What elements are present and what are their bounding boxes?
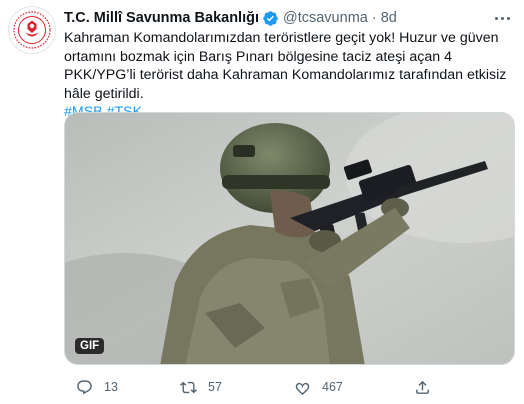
tweet-text: Kahraman Komandolarımızdan teröristlere … bbox=[64, 29, 514, 122]
more-options-icon[interactable] bbox=[490, 8, 514, 28]
tweet-timestamp[interactable]: 8d bbox=[381, 10, 397, 26]
separator-dot: · bbox=[371, 10, 377, 26]
reply-button[interactable]: 13 bbox=[76, 376, 118, 398]
avatar[interactable] bbox=[8, 6, 56, 54]
retweet-count: 57 bbox=[208, 380, 222, 394]
tweet-media-gif[interactable]: GIF bbox=[64, 112, 515, 365]
gif-badge: GIF bbox=[75, 338, 105, 354]
account-handle[interactable]: @tcsavunma bbox=[283, 10, 368, 26]
tweet-body: Kahraman Komandolarımızdan teröristlere … bbox=[64, 30, 507, 102]
account-name[interactable]: T.C. Millî Savunma Bakanlığı bbox=[64, 10, 259, 26]
retweet-button[interactable]: 57 bbox=[180, 376, 222, 398]
verified-badge-icon bbox=[263, 10, 278, 26]
reply-count: 13 bbox=[104, 380, 118, 394]
media-image bbox=[65, 113, 514, 364]
tweet-actions: 13 57 467 bbox=[64, 376, 515, 398]
share-icon bbox=[416, 380, 429, 394]
tweet-header: T.C. Millî Savunma Bakanlığı @tcsavunma … bbox=[64, 8, 397, 28]
retweet-icon bbox=[180, 381, 197, 393]
share-button[interactable] bbox=[414, 376, 431, 398]
like-count: 467 bbox=[322, 380, 343, 394]
like-button[interactable]: 467 bbox=[294, 376, 343, 398]
heart-icon bbox=[295, 382, 310, 395]
reply-icon bbox=[77, 379, 92, 394]
tweet-card[interactable]: T.C. Millî Savunma Bakanlığı @tcsavunma … bbox=[0, 0, 524, 404]
ministry-logo-icon bbox=[13, 11, 51, 49]
